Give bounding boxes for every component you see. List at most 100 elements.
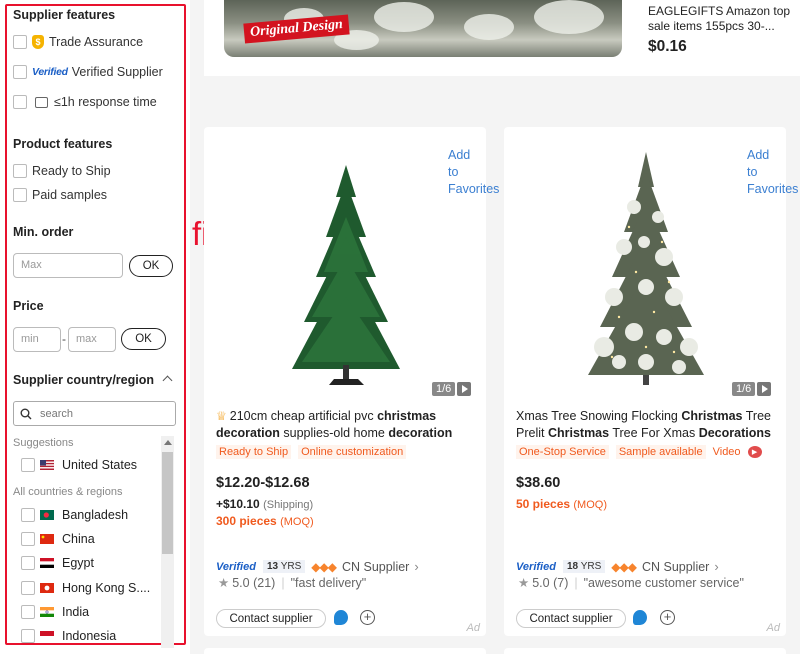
paid-samples-checkbox[interactable] bbox=[13, 188, 27, 202]
product-image[interactable] bbox=[274, 147, 419, 402]
add-compare-icon[interactable]: + bbox=[660, 610, 675, 625]
country-checkbox[interactable] bbox=[21, 532, 35, 546]
country-name: Indonesia bbox=[62, 629, 117, 643]
country-search-input[interactable]: search bbox=[13, 401, 176, 426]
add-to-favorites-link[interactable]: Add to Favorites bbox=[747, 147, 798, 198]
country-name: China bbox=[62, 532, 95, 546]
product-title[interactable]: ♕ 210cm cheap artificial pvc christmas de… bbox=[216, 408, 478, 442]
ready-to-ship-filter[interactable]: Ready to Ship bbox=[13, 164, 111, 178]
rating-row: ★ 5.0 (7) | "awesome customer service" bbox=[518, 575, 744, 591]
bangladesh-flag bbox=[40, 510, 54, 520]
supplier-country-title[interactable]: Supplier country/region bbox=[13, 373, 154, 387]
country-item-bangladesh[interactable]: Bangladesh bbox=[21, 508, 128, 522]
next-image-icon[interactable] bbox=[457, 382, 472, 396]
trade-assurance-filter[interactable]: $ Trade Assurance bbox=[13, 35, 143, 49]
country-checkbox[interactable] bbox=[21, 605, 35, 619]
rating-value: 5.0 bbox=[532, 575, 550, 590]
egypt-flag bbox=[40, 558, 54, 568]
next-product-card[interactable] bbox=[504, 648, 786, 654]
india-flag bbox=[40, 607, 54, 617]
product-title[interactable]: Xmas Tree Snowing Flocking Christmas Tre… bbox=[516, 408, 778, 442]
price-ok-button[interactable]: OK bbox=[121, 328, 166, 350]
chevron-right-icon[interactable]: › bbox=[714, 559, 718, 574]
one-stop-service-tag: One-Stop Service bbox=[516, 445, 609, 459]
country-item-china[interactable]: China bbox=[21, 532, 95, 546]
ad-label: Ad bbox=[466, 622, 480, 634]
video-tag: Video bbox=[712, 446, 741, 458]
supplier-country: CN bbox=[641, 559, 660, 574]
country-item-indonesia[interactable]: Indonesia bbox=[21, 629, 116, 643]
scrollbar-thumb[interactable] bbox=[162, 452, 173, 554]
price-min-input[interactable]: min bbox=[13, 327, 61, 352]
paid-samples-filter[interactable]: Paid samples bbox=[13, 188, 107, 202]
indonesia-flag bbox=[40, 631, 54, 641]
country-checkbox[interactable] bbox=[21, 458, 35, 472]
min-order-title: Min. order bbox=[13, 225, 74, 239]
verified-supplier-filter[interactable]: Verified Verified Supplier bbox=[13, 65, 163, 79]
min-order-input[interactable]: Max bbox=[13, 253, 123, 278]
country-name: Bangladesh bbox=[62, 508, 129, 522]
ready-to-ship-label: Ready to Ship bbox=[32, 164, 111, 178]
contact-supplier-button[interactable]: Contact supplier bbox=[216, 609, 326, 628]
country-item-united-states[interactable]: United States bbox=[21, 458, 137, 472]
trade-assurance-shield-icon: $ bbox=[32, 35, 44, 49]
top-product-image[interactable]: Original Design bbox=[224, 0, 622, 57]
chevron-right-icon[interactable]: › bbox=[414, 559, 418, 574]
min-order-quantity: 300 pieces (MOQ) bbox=[216, 514, 314, 528]
filter-sidebar: Supplier features $ Trade Assurance Veri… bbox=[0, 0, 190, 654]
contact-supplier-button[interactable]: Contact supplier bbox=[516, 609, 626, 628]
hong-kong-flag bbox=[40, 583, 54, 593]
country-item-india[interactable]: India bbox=[21, 605, 89, 619]
country-checkbox[interactable] bbox=[21, 581, 35, 595]
image-counter[interactable]: 1/6 bbox=[432, 382, 472, 396]
diamond-rating-icon: ◆◆◆ bbox=[311, 559, 337, 574]
verified-logo: Verified bbox=[32, 66, 68, 78]
add-to-favorites-link[interactable]: Add to Favorites bbox=[448, 147, 499, 198]
video-icon[interactable]: ▶ bbox=[747, 446, 762, 458]
product-tags: One-Stop Service Sample available Video … bbox=[516, 445, 762, 459]
product-card[interactable]: Add to Favorites 1/6 Xmas Tree Snowing F… bbox=[504, 127, 798, 636]
response-time-label: ≤1h response time bbox=[54, 95, 157, 109]
ad-label: Ad bbox=[766, 622, 780, 634]
country-checkbox[interactable] bbox=[21, 629, 35, 643]
country-item-hong-kong[interactable]: Hong Kong S.... bbox=[21, 581, 150, 595]
response-time-checkbox[interactable] bbox=[13, 95, 27, 109]
trade-assurance-checkbox[interactable] bbox=[13, 35, 27, 49]
crown-icon: ♕ bbox=[216, 409, 227, 423]
country-name: Hong Kong S.... bbox=[62, 581, 151, 595]
image-counter[interactable]: 1/6 bbox=[732, 382, 772, 396]
top-product-card[interactable]: Original Design EAGLEGIFTS Amazon top sa… bbox=[204, 0, 800, 76]
shipping-cost: +$10.10 (Shipping) bbox=[216, 497, 314, 511]
country-name: United States bbox=[62, 458, 138, 472]
country-name: Egypt bbox=[62, 556, 94, 570]
paid-samples-label: Paid samples bbox=[32, 188, 108, 202]
product-price: $38.60 bbox=[516, 475, 561, 491]
product-card[interactable]: Add to Favorites 1/6 ♕ 210cm cheap artifi… bbox=[204, 127, 499, 636]
next-product-card[interactable] bbox=[204, 648, 486, 654]
price-max-input[interactable]: max bbox=[68, 327, 116, 352]
supplier-info[interactable]: Verified 18 YRS ◆◆◆ CN Supplier › bbox=[516, 559, 719, 574]
review-count: (21) bbox=[253, 575, 276, 590]
next-image-icon[interactable] bbox=[757, 382, 772, 396]
scroll-up-arrow-icon[interactable] bbox=[164, 440, 172, 445]
min-order-ok-button[interactable]: OK bbox=[129, 255, 173, 277]
top-product-title[interactable]: EAGLEGIFTS Amazon top sale items 155pcs … bbox=[648, 4, 798, 34]
ready-to-ship-checkbox[interactable] bbox=[13, 164, 27, 178]
country-checkbox[interactable] bbox=[21, 556, 35, 570]
product-tags: Ready to Ship Online customization bbox=[216, 445, 407, 459]
country-item-egypt[interactable]: Egypt bbox=[21, 556, 94, 570]
country-checkbox[interactable] bbox=[21, 508, 35, 522]
us-flag bbox=[40, 460, 54, 470]
supplier-info[interactable]: Verified 13 YRS ◆◆◆ CN Supplier › bbox=[216, 559, 419, 574]
chat-icon[interactable] bbox=[633, 610, 647, 625]
response-time-filter[interactable]: ≤1h response time bbox=[13, 95, 157, 109]
verified-logo: Verified bbox=[216, 560, 256, 573]
trade-assurance-label: Trade Assurance bbox=[49, 35, 144, 49]
chat-icon[interactable] bbox=[334, 610, 348, 625]
add-compare-icon[interactable]: + bbox=[360, 610, 375, 625]
supplier-label: Supplier bbox=[663, 559, 710, 574]
review-count: (7) bbox=[553, 575, 569, 590]
years-badge: 13 YRS bbox=[262, 560, 306, 573]
product-image[interactable] bbox=[574, 147, 719, 402]
verified-supplier-checkbox[interactable] bbox=[13, 65, 27, 79]
